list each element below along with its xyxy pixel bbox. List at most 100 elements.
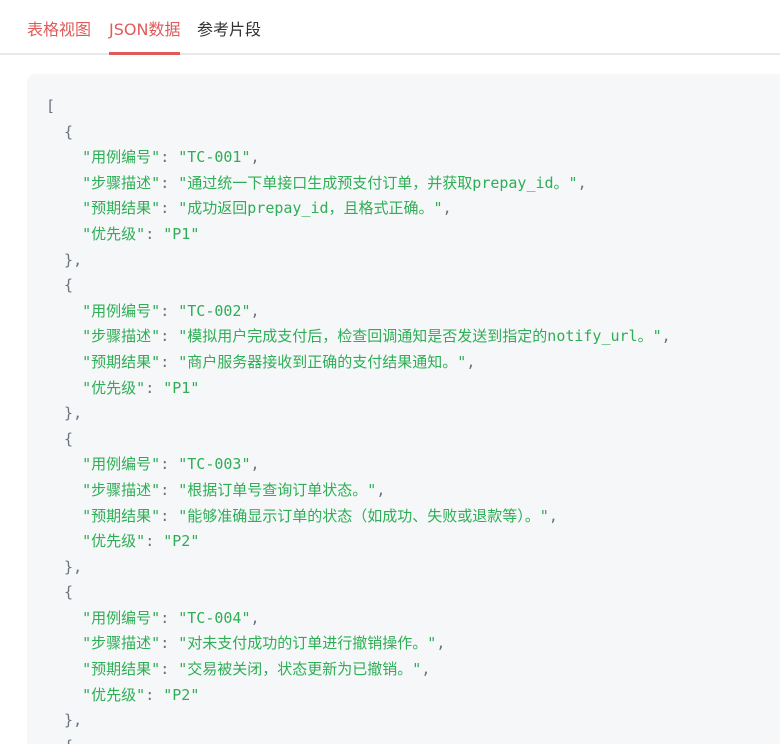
json-value: "TC-001" bbox=[178, 148, 251, 167]
json-value: "TC-003" bbox=[178, 455, 251, 474]
json-key: "预期结果" bbox=[82, 352, 161, 371]
json-value: "能够准确显示订单的状态（如成功、失败或退款等）。" bbox=[178, 506, 549, 525]
json-punct: : bbox=[160, 634, 179, 653]
json-punct: : bbox=[160, 506, 179, 525]
json-line: "用例编号": "TC-004", bbox=[46, 606, 671, 632]
json-punct: , bbox=[548, 506, 558, 525]
json-line: "预期结果": "能够准确显示订单的状态（如成功、失败或退款等）。", bbox=[46, 504, 671, 530]
json-key: "预期结果" bbox=[82, 199, 161, 218]
json-line: { bbox=[46, 120, 671, 146]
json-value: "通过统一下单接口生成预支付订单，并获取prepay_id。" bbox=[178, 173, 578, 192]
json-code-block: [ { "用例编号": "TC-001", "步骤描述": "通过统一下单接口生… bbox=[46, 94, 671, 744]
json-line: "优先级": "P2" bbox=[46, 683, 671, 709]
json-punct: , bbox=[577, 173, 587, 192]
json-punct: : bbox=[160, 148, 179, 167]
json-key: "预期结果" bbox=[82, 660, 161, 679]
tab-reference-snippet[interactable]: 参考片段 bbox=[197, 19, 261, 55]
json-value: "商户服务器接收到正确的支付结果通知。" bbox=[178, 352, 467, 371]
json-punct: : bbox=[160, 301, 179, 320]
json-code-panel: [ { "用例编号": "TC-001", "步骤描述": "通过统一下单接口生… bbox=[27, 74, 780, 744]
json-line: { bbox=[46, 580, 671, 606]
json-value: "P1" bbox=[163, 224, 200, 243]
json-line: { bbox=[46, 273, 671, 299]
json-value: "交易被关闭，状态更新为已撤销。" bbox=[178, 660, 422, 679]
json-punct: : bbox=[145, 532, 164, 551]
tab-table-view[interactable]: 表格视图 bbox=[27, 19, 91, 55]
json-punct: }, bbox=[46, 404, 83, 423]
json-punct: : bbox=[145, 378, 164, 397]
json-value: "P1" bbox=[163, 378, 200, 397]
json-punct: { bbox=[46, 122, 74, 141]
json-key: "用例编号" bbox=[82, 148, 161, 167]
json-punct: { bbox=[46, 583, 74, 602]
json-punct: , bbox=[466, 352, 476, 371]
json-key: "优先级" bbox=[82, 532, 146, 551]
tab-json-data[interactable]: JSON数据 bbox=[109, 19, 181, 55]
json-punct: : bbox=[160, 455, 179, 474]
json-punct: , bbox=[376, 480, 386, 499]
json-line: "预期结果": "成功返回prepay_id，且格式正确。", bbox=[46, 196, 671, 222]
json-key: "步骤描述" bbox=[82, 480, 161, 499]
json-line: }, bbox=[46, 555, 671, 581]
json-line: }, bbox=[46, 248, 671, 274]
json-line: "步骤描述": "根据订单号查询订单状态。", bbox=[46, 478, 671, 504]
json-punct: : bbox=[160, 480, 179, 499]
json-punct: }, bbox=[46, 557, 83, 576]
json-punct: , bbox=[250, 148, 260, 167]
json-punct: , bbox=[250, 301, 260, 320]
json-key: "优先级" bbox=[82, 378, 146, 397]
json-line: "优先级": "P1" bbox=[46, 222, 671, 248]
json-value: "成功返回prepay_id，且格式正确。" bbox=[178, 199, 443, 218]
json-punct: }, bbox=[46, 711, 83, 730]
json-key: "优先级" bbox=[82, 685, 146, 704]
json-line: "步骤描述": "对未支付成功的订单进行撤销操作。", bbox=[46, 631, 671, 657]
json-line: }, bbox=[46, 708, 671, 734]
json-value: "根据订单号查询订单状态。" bbox=[178, 480, 377, 499]
view-tabs: 表格视图 JSON数据 参考片段 bbox=[0, 0, 780, 55]
json-key: "预期结果" bbox=[82, 506, 161, 525]
json-punct: , bbox=[661, 327, 671, 346]
json-punct: { bbox=[46, 737, 73, 744]
json-value: "P2" bbox=[163, 532, 200, 551]
json-line: "优先级": "P1" bbox=[46, 376, 671, 402]
json-key: "步骤描述" bbox=[82, 634, 161, 653]
json-punct: [ bbox=[46, 97, 56, 115]
json-line: { bbox=[46, 734, 671, 744]
json-line: "预期结果": "交易被关闭，状态更新为已撤销。", bbox=[46, 657, 671, 683]
json-punct: , bbox=[250, 455, 260, 474]
json-punct: : bbox=[160, 173, 179, 192]
json-punct: , bbox=[421, 660, 431, 679]
json-key: "优先级" bbox=[82, 224, 146, 243]
json-line: "步骤描述": "通过统一下单接口生成预支付订单，并获取prepay_id。", bbox=[46, 171, 671, 197]
json-value: "模拟用户完成支付后，检查回调通知是否发送到指定的notify_url。" bbox=[178, 327, 662, 346]
json-punct: : bbox=[160, 352, 179, 371]
json-punct: , bbox=[442, 199, 452, 218]
json-value: "TC-002" bbox=[178, 301, 251, 320]
json-punct: , bbox=[250, 608, 260, 627]
json-line: }, bbox=[46, 401, 671, 427]
json-punct: , bbox=[436, 634, 446, 653]
json-line: "用例编号": "TC-002", bbox=[46, 299, 671, 325]
json-value: "TC-004" bbox=[178, 608, 251, 627]
json-line: [ bbox=[46, 94, 671, 120]
json-punct: { bbox=[46, 429, 74, 448]
json-line: { bbox=[46, 427, 671, 453]
json-punct: }, bbox=[46, 250, 83, 269]
json-key: "用例编号" bbox=[82, 455, 161, 474]
json-line: "步骤描述": "模拟用户完成支付后，检查回调通知是否发送到指定的notify_… bbox=[46, 324, 671, 350]
json-key: "步骤描述" bbox=[82, 327, 161, 346]
